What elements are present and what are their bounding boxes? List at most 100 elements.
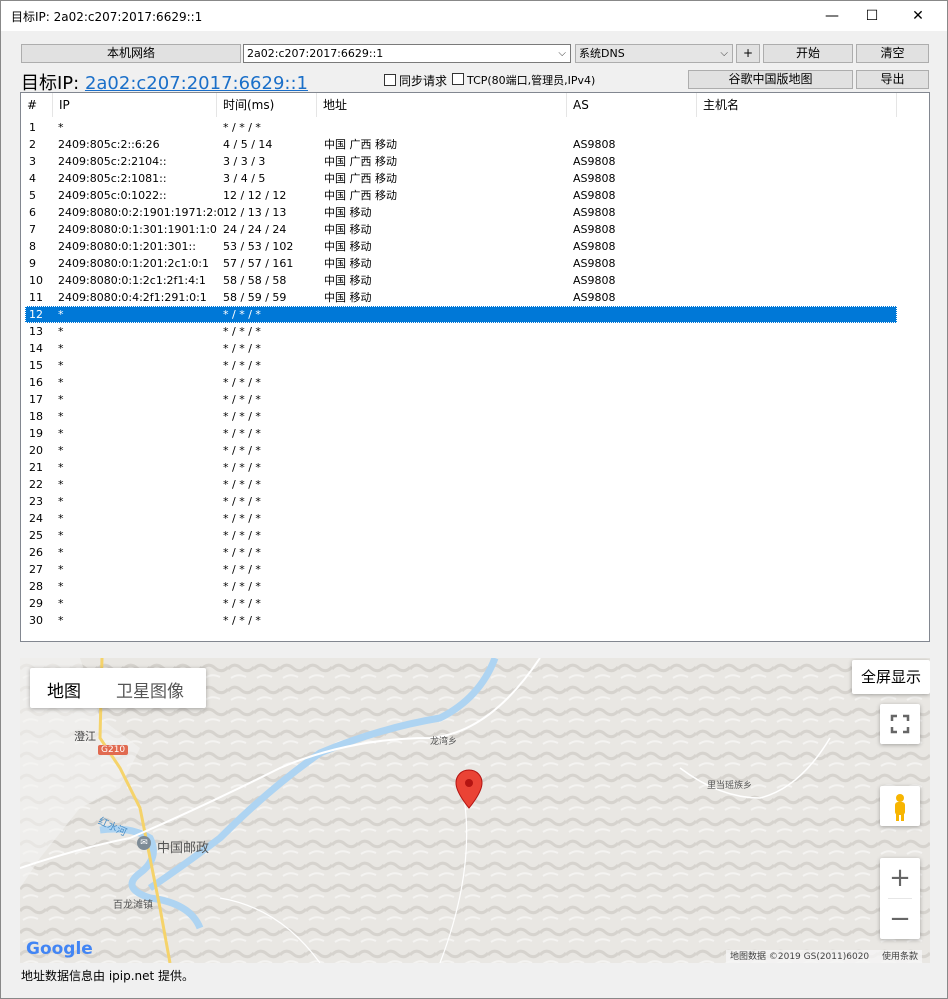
table-row[interactable]: 1 * * / * / * <box>25 119 897 136</box>
satellite-tab[interactable]: 卫星图像 <box>116 677 184 702</box>
chevron-down-icon: ⌵ <box>720 48 728 59</box>
row-as: AS9808 <box>573 172 616 185</box>
table-row[interactable]: 14 * * / * / * <box>25 340 897 357</box>
table-row[interactable]: 11 2409:8080:0:4:2f1:291:0:1 58 / 59 / 59 中… <box>25 289 897 306</box>
row-as: AS9808 <box>573 138 616 151</box>
fullscreen-icon[interactable] <box>880 704 920 744</box>
table-row[interactable]: 6 2409:8080:0:2:1901:1971:2:0 12 / 13 / 13… <box>25 204 897 221</box>
column-header-as[interactable]: AS <box>567 93 697 117</box>
column-header-hostname[interactable]: 主机名 <box>697 93 897 117</box>
row-as: AS9808 <box>573 223 616 236</box>
row-ip: * <box>58 121 64 134</box>
target-ip-link[interactable]: 2a02:c207:2017:6629::1 <box>85 73 308 94</box>
street-view-pegman-icon[interactable] <box>880 786 920 826</box>
export-button[interactable]: 导出 <box>856 70 929 89</box>
row-time: * / * / * <box>223 342 261 355</box>
table-row[interactable]: 29 * * / * / * <box>25 595 897 612</box>
row-index: 9 <box>29 257 36 270</box>
zoom-out-button[interactable]: − <box>880 899 920 939</box>
google-map-button[interactable]: 谷歌中国版地图 <box>688 70 853 89</box>
local-network-button[interactable]: 本机网络 <box>21 44 241 63</box>
table-row[interactable]: 12 * * / * / * <box>25 306 897 323</box>
table-row[interactable]: 8 2409:8080:0:1:201:301:: 53 / 53 / 102 中国 … <box>25 238 897 255</box>
table-row[interactable]: 13 * * / * / * <box>25 323 897 340</box>
fullscreen-display-button[interactable]: 全屏显示 <box>852 660 930 694</box>
start-button[interactable]: 开始 <box>763 44 853 63</box>
table-row[interactable]: 2 2409:805c:2::6:26 4 / 5 / 14 中国 广西 移动 AS98… <box>25 136 897 153</box>
sync-request-checkbox[interactable]: 同步请求 <box>384 72 447 89</box>
map-view[interactable]: 地图 卫星图像 全屏显示 + − 澄江 G210 红水河 ✉ 中国邮政 百龙滩镇… <box>20 658 930 963</box>
row-index: 29 <box>29 597 43 610</box>
row-time: * / * / * <box>223 597 261 610</box>
table-row[interactable]: 27 * * / * / * <box>25 561 897 578</box>
terms-link[interactable]: 使用条款 <box>882 952 918 962</box>
table-row[interactable]: 16 * * / * / * <box>25 374 897 391</box>
row-index: 5 <box>29 189 36 202</box>
row-time: 12 / 13 / 13 <box>223 206 287 219</box>
row-ip: 2409:8080:0:4:2f1:291:0:1 <box>58 291 207 304</box>
column-header-index[interactable]: # <box>21 93 53 117</box>
table-row[interactable]: 7 2409:8080:0:1:301:1901:1:0 24 / 24 / 24 中… <box>25 221 897 238</box>
row-time: * / * / * <box>223 444 261 457</box>
table-row[interactable]: 28 * * / * / * <box>25 578 897 595</box>
table-row[interactable]: 15 * * / * / * <box>25 357 897 374</box>
table-row[interactable]: 10 2409:8080:0:1:2c1:2f1:4:1 58 / 58 / 58 中… <box>25 272 897 289</box>
table-row[interactable]: 17 * * / * / * <box>25 391 897 408</box>
row-index: 14 <box>29 342 43 355</box>
location-marker-icon[interactable] <box>455 769 483 812</box>
map-tab[interactable]: 地图 <box>47 677 81 702</box>
row-time: * / * / * <box>223 121 261 134</box>
row-address: 中国 移动 <box>324 257 372 270</box>
target-ip-value: 2a02:c207:2017:6629::1 <box>247 47 384 60</box>
map-label-town1: 澄江 <box>74 730 96 743</box>
row-index: 26 <box>29 546 43 559</box>
table-row[interactable]: 30 * * / * / * <box>25 612 897 629</box>
table-row[interactable]: 19 * * / * / * <box>25 425 897 442</box>
chevron-down-icon: ⌵ <box>558 48 566 59</box>
row-as: AS9808 <box>573 274 616 287</box>
row-ip: 2409:805c:2:2104:: <box>58 155 167 168</box>
table-row[interactable]: 26 * * / * / * <box>25 544 897 561</box>
row-time: * / * / * <box>223 325 261 338</box>
column-header-ip[interactable]: IP <box>53 93 217 117</box>
window-title: 目标IP: 2a02:c207:2017:6629::1 <box>11 10 203 24</box>
column-header-address[interactable]: 地址 <box>317 93 567 117</box>
google-logo[interactable]: Google <box>26 939 93 959</box>
table-row[interactable]: 5 2409:805c:0:1022:: 12 / 12 / 12 中国 广西 移动 A… <box>25 187 897 204</box>
row-ip: 2409:8080:0:2:1901:1971:2:0 <box>58 206 224 219</box>
row-time: * / * / * <box>223 546 261 559</box>
table-row[interactable]: 4 2409:805c:2:1081:: 3 / 4 / 5 中国 广西 移动 AS98… <box>25 170 897 187</box>
table-row[interactable]: 21 * * / * / * <box>25 459 897 476</box>
row-ip: * <box>58 580 64 593</box>
zoom-in-button[interactable]: + <box>880 858 920 898</box>
column-header-time[interactable]: 时间(ms) <box>217 93 317 117</box>
row-ip: 2409:8080:0:1:301:1901:1:0 <box>58 223 217 236</box>
row-index: 10 <box>29 274 43 287</box>
row-time: * / * / * <box>223 563 261 576</box>
add-button[interactable]: + <box>736 44 760 63</box>
table-row[interactable]: 22 * * / * / * <box>25 476 897 493</box>
row-address: 中国 广西 移动 <box>324 189 397 202</box>
trace-table[interactable]: # IP 时间(ms) 地址 AS 主机名 1 * * / * / * 2 2409:8… <box>20 92 930 642</box>
table-row[interactable]: 23 * * / * / * <box>25 493 897 510</box>
target-ip-heading-label: 目标IP: <box>21 73 85 94</box>
table-row[interactable]: 25 * * / * / * <box>25 527 897 544</box>
table-row[interactable]: 18 * * / * / * <box>25 408 897 425</box>
row-as: AS9808 <box>573 155 616 168</box>
clear-button[interactable]: 清空 <box>856 44 929 63</box>
row-time: * / * / * <box>223 478 261 491</box>
target-ip-combo[interactable]: 2a02:c207:2017:6629::1 ⌵ <box>243 44 571 63</box>
row-as: AS9808 <box>573 291 616 304</box>
table-row[interactable]: 9 2409:8080:0:1:201:2c1:0:1 57 / 57 / 161 中… <box>25 255 897 272</box>
close-button[interactable]: ✕ <box>895 1 941 31</box>
row-address: 中国 移动 <box>324 240 372 253</box>
tcp-checkbox[interactable]: TCP(80端口,管理员,IPv4) <box>452 72 595 88</box>
map-type-control: 地图 卫星图像 <box>30 668 206 708</box>
dns-combo[interactable]: 系统DNS ⌵ <box>575 44 733 63</box>
table-row[interactable]: 20 * * / * / * <box>25 442 897 459</box>
row-index: 17 <box>29 393 43 406</box>
table-row[interactable]: 24 * * / * / * <box>25 510 897 527</box>
row-ip: 2409:8080:0:1:201:301:: <box>58 240 196 253</box>
maximize-button[interactable]: ☐ <box>849 1 895 31</box>
table-row[interactable]: 3 2409:805c:2:2104:: 3 / 3 / 3 中国 广西 移动 AS98… <box>25 153 897 170</box>
